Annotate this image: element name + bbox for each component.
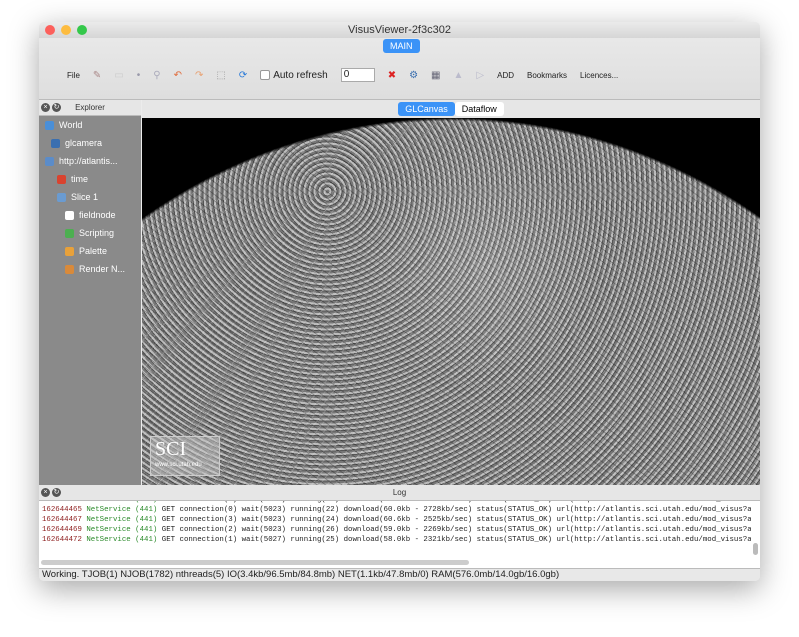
file-menu[interactable]: File	[67, 71, 80, 80]
gl-canvas[interactable]: SCI www.sci.utah.edu	[142, 118, 760, 485]
tree-item[interactable]: World	[39, 116, 141, 134]
minimize-button[interactable]	[61, 25, 71, 35]
log-line: 162644472 NetService (441) GET connectio…	[42, 536, 751, 544]
node-icon	[57, 192, 66, 202]
log-text[interactable]: 162644447 NetService (441) GET connectio…	[39, 495, 751, 551]
redo-icon[interactable]: ↷	[195, 70, 203, 81]
tree-item-label: Slice 1	[71, 192, 99, 202]
tree-item[interactable]: Render N...	[39, 260, 141, 278]
tree-item[interactable]: fieldnode	[39, 206, 141, 224]
licences-button[interactable]: Licences...	[580, 71, 618, 80]
app-window: VisusViewer-2f3c302 MAIN File ✎ ▭ • ⚲ ↶ …	[39, 22, 760, 581]
tree-item-label: Render N...	[79, 264, 126, 274]
auto-refresh-checkbox[interactable]: Auto refresh	[260, 69, 328, 81]
edit-icon[interactable]: ✎	[93, 70, 101, 81]
tree-item[interactable]: Slice 1	[39, 188, 141, 206]
tool-icon[interactable]: ⚲	[153, 70, 160, 81]
vertical-scrollbar[interactable]	[753, 543, 758, 555]
node-icon	[65, 228, 74, 238]
float-icon[interactable]: ↻	[52, 488, 61, 497]
tree-icon[interactable]: ▲	[454, 70, 464, 81]
log-title: Log	[392, 488, 407, 497]
tree-item-label: World	[59, 120, 83, 130]
node-icon	[45, 120, 54, 130]
dot-icon[interactable]: •	[137, 70, 141, 81]
log-line: 162644465 NetService (441) GET connectio…	[42, 506, 751, 514]
tree-item-label: Palette	[79, 246, 108, 256]
close-icon[interactable]: ×	[41, 488, 50, 497]
tree-item[interactable]: Scripting	[39, 224, 141, 242]
undo-icon[interactable]: ↶	[174, 70, 182, 81]
node-icon	[65, 246, 74, 256]
network-icon[interactable]: ⚙	[409, 70, 418, 81]
explorer-panel: × ↻ Explorer World glcamera http://atlantis.…	[39, 100, 141, 485]
tree-item[interactable]: time	[39, 170, 141, 188]
explorer-title: Explorer	[75, 103, 105, 112]
maximize-button[interactable]	[77, 25, 87, 35]
title-bar: VisusViewer-2f3c302	[39, 22, 760, 38]
close-icon[interactable]: ×	[41, 103, 50, 112]
window-title: VisusViewer-2f3c302	[348, 24, 451, 36]
refresh-icon[interactable]: ⟳	[239, 70, 247, 81]
node-icon	[57, 174, 66, 184]
horizontal-scrollbar[interactable]	[41, 560, 469, 565]
node-icon	[65, 210, 74, 220]
canvas-panel: GLCanvas Dataflow SCI www.sci.utah.edu	[142, 100, 760, 485]
auto-refresh-input[interactable]: 0	[340, 68, 375, 82]
node-icon	[45, 156, 54, 166]
tab-main[interactable]: MAIN	[383, 39, 420, 53]
log-line: 162644467 NetService (441) GET connectio…	[42, 516, 751, 524]
stop-icon[interactable]: ✖	[388, 70, 396, 81]
select-icon[interactable]: ⬚	[216, 70, 225, 81]
float-icon[interactable]: ↻	[52, 103, 61, 112]
auto-refresh-label: Auto refresh	[273, 69, 328, 81]
log-panel: ×↻ Log 162644447 NetService (441) GET con…	[39, 485, 760, 568]
tree-item-label: time	[71, 174, 89, 184]
tab-glcanvas[interactable]: GLCanvas	[398, 102, 455, 116]
tree-item-label: http://atlantis...	[59, 156, 118, 166]
tab-dataflow[interactable]: Dataflow	[454, 102, 504, 116]
bookmarks-button[interactable]: Bookmarks	[527, 71, 567, 80]
tree-item-label: glcamera	[65, 138, 103, 148]
tree-item[interactable]: Palette	[39, 242, 141, 260]
close-button[interactable]	[45, 25, 55, 35]
status-bar: Working. TJOB(1) NJOB(1782) nthreads(5) …	[39, 568, 760, 581]
volume-render	[142, 118, 760, 485]
log-line: 162644469 NetService (441) GET connectio…	[42, 526, 751, 534]
window-icon[interactable]: ▭	[114, 70, 123, 81]
node-icon	[51, 138, 60, 148]
tree-item[interactable]: http://atlantis...	[39, 152, 141, 170]
add-button[interactable]: ADD	[497, 71, 514, 80]
toolbar: MAIN File ✎ ▭ • ⚲ ↶ ↷ ⬚ ⟳ Auto refresh 0…	[39, 38, 760, 100]
tree-item[interactable]: glcamera	[39, 134, 141, 152]
sci-logo: SCI www.sci.utah.edu	[150, 436, 220, 476]
node-icon	[65, 264, 74, 274]
layout-icon[interactable]: ▦	[431, 70, 440, 81]
tree-item-label: fieldnode	[79, 210, 116, 220]
tree-item-label: Scripting	[79, 228, 115, 238]
play-icon[interactable]: ▷	[476, 70, 484, 81]
